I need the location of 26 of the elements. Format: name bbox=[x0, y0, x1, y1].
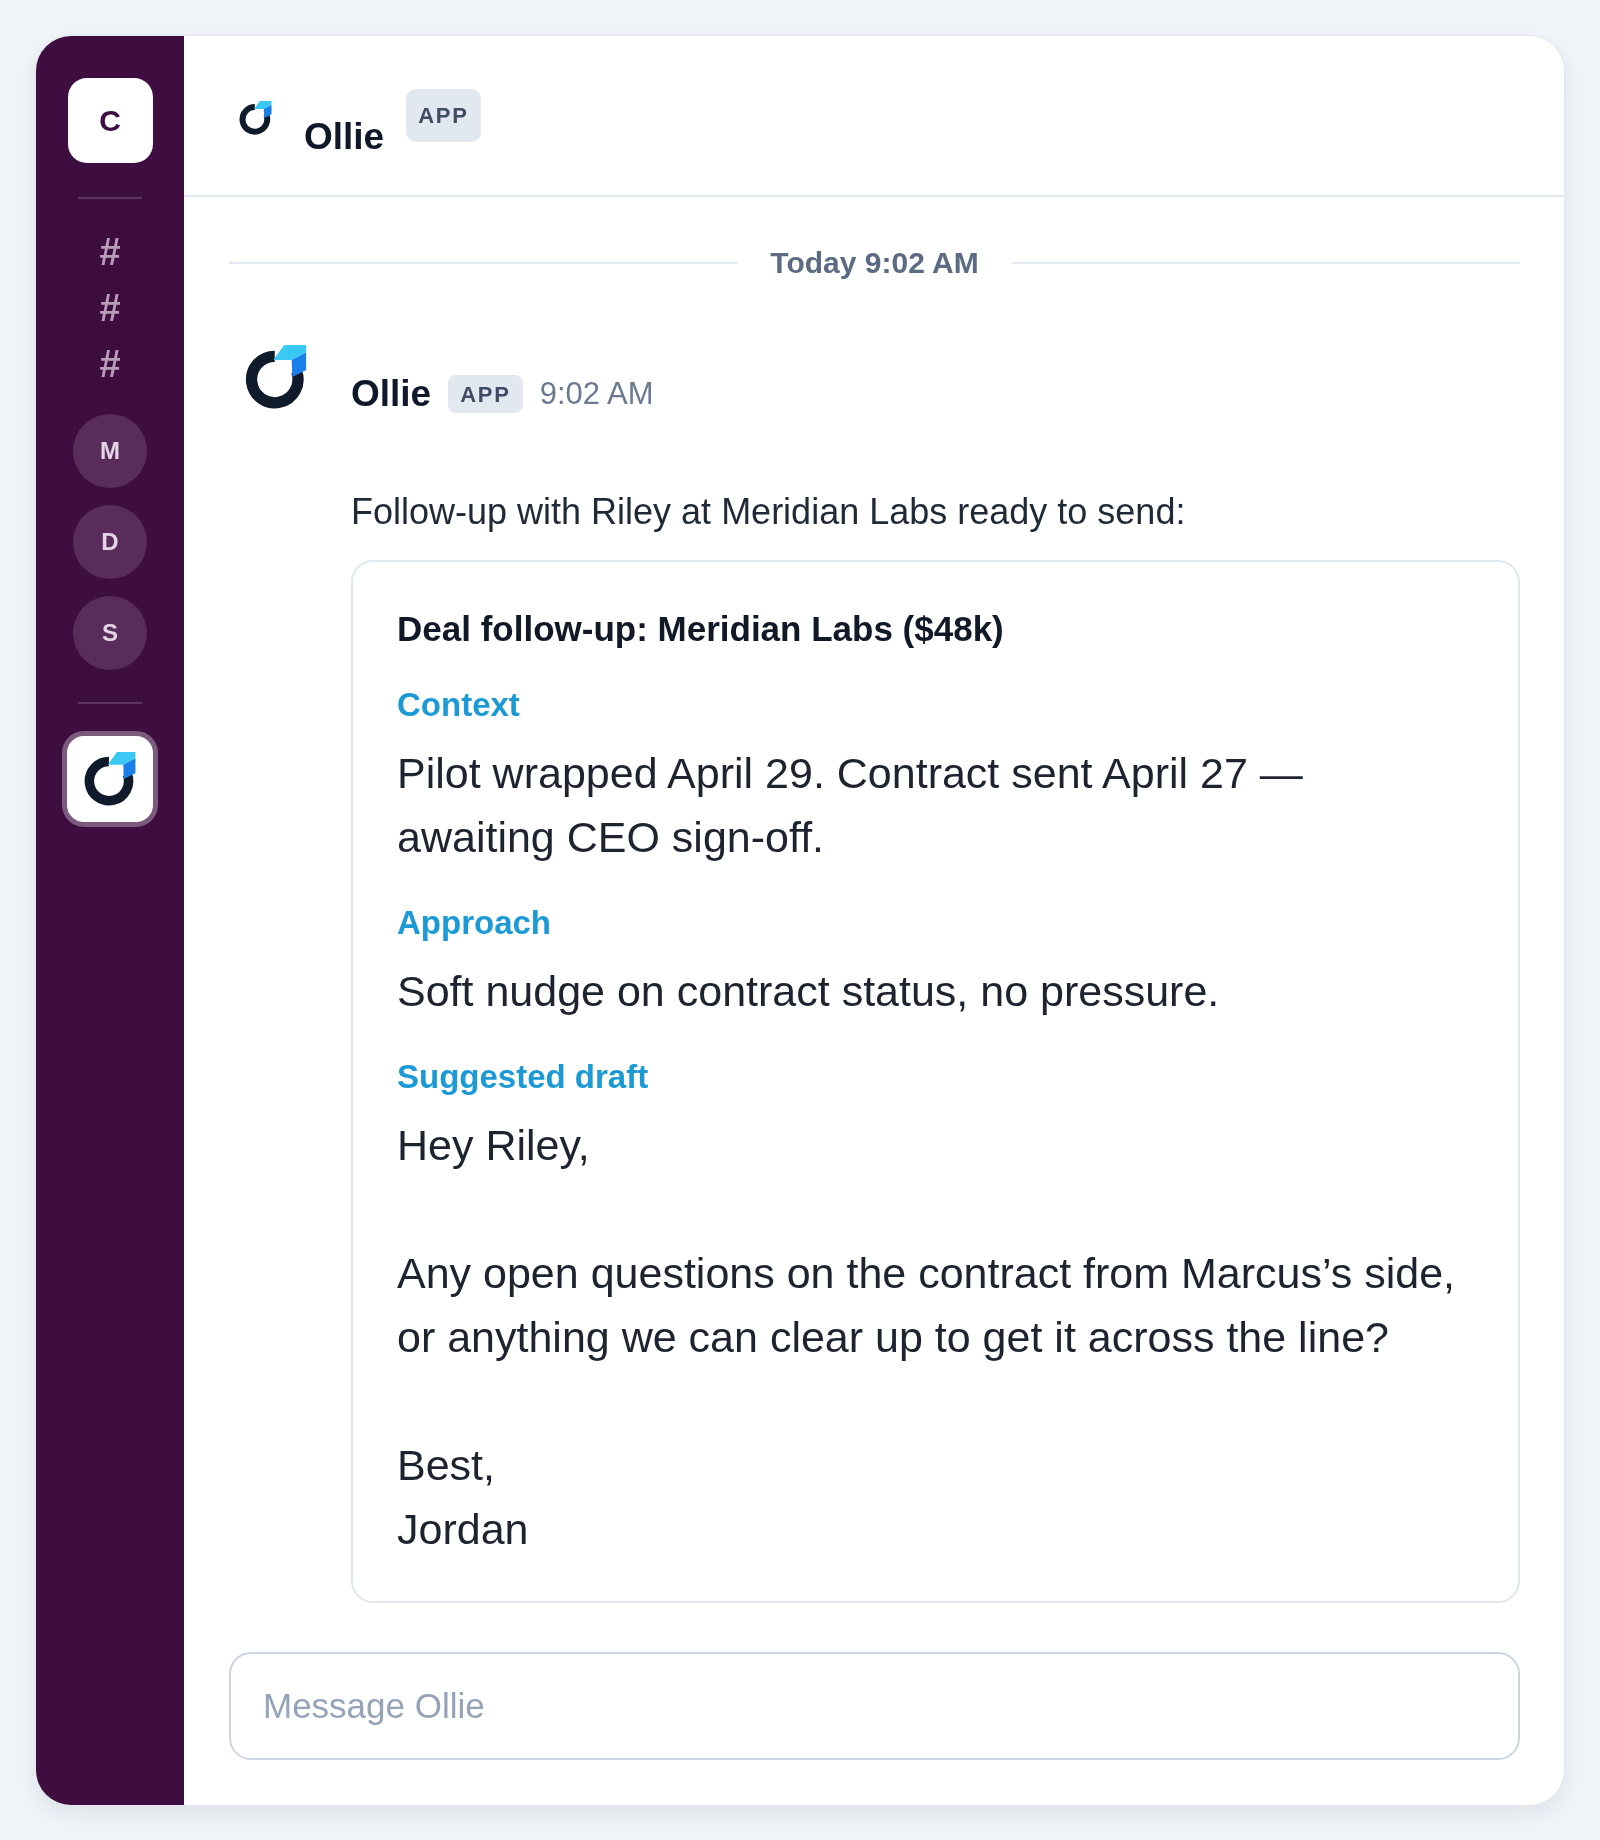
dm-avatar-button[interactable]: S bbox=[73, 596, 147, 670]
section-heading: Context bbox=[397, 684, 521, 725]
message-text: Follow-up with Riley at Meridian Labs ready to send: bbox=[351, 489, 1187, 534]
dm-avatar-button[interactable]: D bbox=[73, 505, 147, 579]
message-time: 9:02 AM bbox=[539, 375, 654, 413]
channel-button[interactable]: # bbox=[78, 336, 142, 392]
dm-avatar-button[interactable]: M bbox=[73, 414, 147, 488]
section-body: Pilot wrapped April 29. Contract sent April 27 — awaiting CEO sign-off. bbox=[397, 747, 1304, 863]
app-button[interactable] bbox=[62, 731, 158, 827]
app-badge: APP bbox=[448, 375, 523, 414]
header-logo-icon bbox=[239, 101, 272, 135]
section-body: Soft nudge on contract status, no pressure. bbox=[397, 965, 1221, 1017]
message-input[interactable]: Message Ollie bbox=[229, 1652, 1520, 1760]
app-logo-icon bbox=[84, 752, 136, 806]
section-heading: Suggested draft bbox=[397, 1056, 650, 1097]
avatar-logo-icon bbox=[245, 345, 307, 409]
date-divider-label: Today 9:02 AM bbox=[770, 245, 979, 281]
section-heading: Approach bbox=[397, 902, 552, 943]
header-title: Ollie bbox=[304, 115, 385, 159]
card-title: Deal follow-up: Meridian Labs ($48k) bbox=[397, 607, 1005, 650]
section-body: Hey Riley, Any open questions on the contract from Marcus’s side, or anything we can clear up to get it across the line? Best, Jordan bbox=[397, 1119, 1457, 1555]
workspace-button[interactable]: C bbox=[67, 78, 153, 163]
sender-name: Ollie bbox=[351, 372, 432, 417]
channel-button[interactable]: # bbox=[78, 280, 142, 336]
app-badge: APP bbox=[406, 89, 481, 142]
channel-button[interactable]: # bbox=[78, 224, 142, 280]
